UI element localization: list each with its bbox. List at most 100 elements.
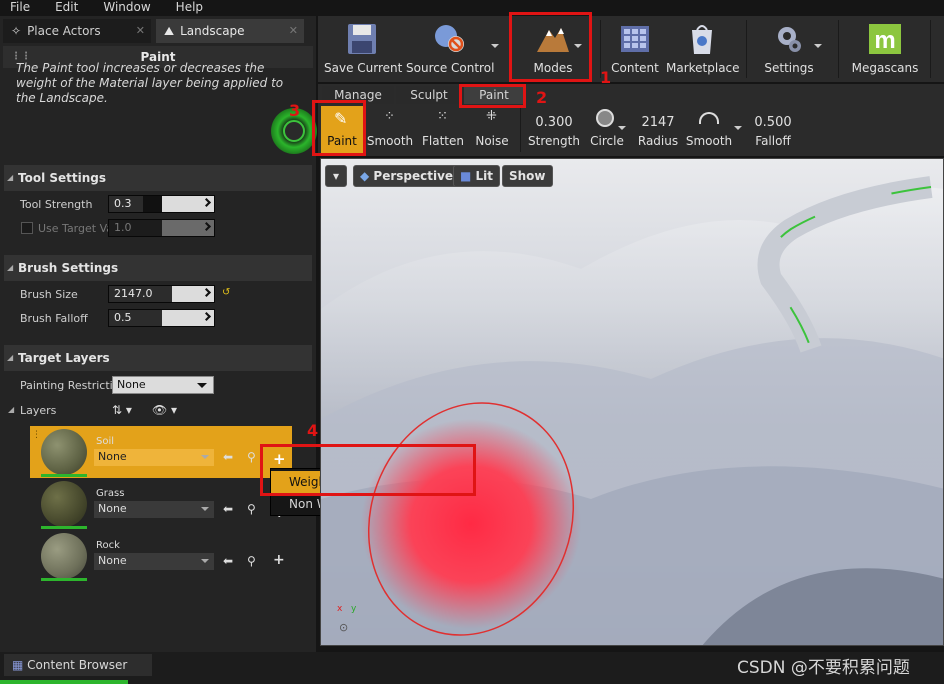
drag-handle-icon[interactable]: ⋮ bbox=[32, 430, 41, 440]
browse-search-icon[interactable]: ⚲ bbox=[247, 502, 256, 516]
use-target-checkbox[interactable] bbox=[21, 222, 33, 234]
landscape-terrain: ⊙ x y bbox=[321, 176, 943, 645]
layer-weight-bar bbox=[41, 526, 87, 529]
visibility-eye-icon[interactable]: 👁 ▾ bbox=[152, 403, 177, 417]
tool-settings-header[interactable]: ◢ Tool Settings bbox=[4, 165, 312, 191]
megascans-button[interactable]: m Megascans bbox=[848, 16, 922, 82]
source-control-button[interactable]: Source Control bbox=[406, 16, 494, 82]
close-icon[interactable]: ✕ bbox=[289, 19, 298, 43]
smooth-tool-button[interactable]: ⁘ Smooth bbox=[366, 106, 414, 154]
noise-tool-button[interactable]: ⁜ Noise bbox=[470, 106, 514, 154]
tab-landscape-label: Landscape bbox=[180, 24, 245, 38]
close-icon[interactable]: ✕ bbox=[136, 19, 145, 43]
progress-bar bbox=[0, 680, 128, 684]
show-button[interactable]: Show bbox=[502, 165, 553, 187]
annotation-number-3: 3 bbox=[289, 101, 301, 120]
collapse-arrow-icon: ◢ bbox=[7, 173, 14, 182]
flatten-dots-icon: ⁙ bbox=[437, 109, 448, 124]
menu-edit[interactable]: Edit bbox=[45, 0, 78, 16]
marketplace-button[interactable]: Marketplace bbox=[666, 16, 740, 82]
viewport-options-button[interactable]: ▾ bbox=[325, 165, 347, 187]
layer-info-combo[interactable]: None bbox=[94, 449, 214, 466]
use-target-label: Use Target Va bbox=[38, 222, 113, 235]
layer-row-soil[interactable]: ⋮ Soil None ⬅ ⚲ bbox=[30, 426, 292, 478]
landscape-icon: ⛰ bbox=[164, 24, 175, 38]
landscape-mode-tabs: Manage Sculpt Paint bbox=[318, 84, 944, 104]
sort-icon[interactable]: ⇅ ▾ bbox=[112, 403, 132, 417]
falloff-type-smooth-button[interactable]: Smooth bbox=[684, 106, 734, 154]
menu-bar: File Edit Window Help bbox=[0, 0, 944, 16]
lit-button[interactable]: ■ Lit bbox=[453, 165, 501, 187]
layer-info-combo[interactable]: None bbox=[94, 553, 214, 570]
layer-row-rock[interactable]: Rock None ⬅ ⚲ + bbox=[30, 530, 292, 582]
annotation-box-paint-tab bbox=[459, 84, 526, 108]
annotation-number-4: 4 bbox=[307, 421, 319, 440]
lit-cube-icon: ■ bbox=[460, 169, 476, 183]
painting-restriction-label: Painting Restricti bbox=[20, 379, 113, 392]
main-toolbar: Save Current Source Control Modes Conten… bbox=[318, 16, 944, 82]
flatten-tool-button[interactable]: ⁙ Flatten bbox=[418, 106, 468, 154]
annotation-box-paint-tool bbox=[312, 100, 366, 156]
tool-strength-label: Tool Strength bbox=[20, 198, 93, 211]
collapse-arrow-icon[interactable]: ◢ bbox=[8, 405, 14, 414]
noise-dots-icon: ⁜ bbox=[486, 109, 497, 124]
layer-thumbnail bbox=[41, 481, 87, 527]
brush-falloff-field[interactable]: 0.5 bbox=[108, 309, 215, 327]
content-browser-icon: ▦ bbox=[12, 658, 28, 672]
use-target-field[interactable]: 1.0 bbox=[108, 219, 215, 237]
tab-place-actors-label: Place Actors bbox=[27, 24, 101, 38]
tab-sculpt[interactable]: Sculpt bbox=[396, 86, 462, 104]
dropdown-arrow-icon[interactable] bbox=[491, 44, 499, 48]
dropdown-arrow-icon[interactable] bbox=[814, 44, 822, 48]
smooth-falloff-icon bbox=[699, 112, 719, 124]
use-selected-arrow-icon[interactable]: ⬅ bbox=[223, 450, 233, 464]
browse-search-icon[interactable]: ⚲ bbox=[247, 450, 256, 464]
tab-place-actors[interactable]: ✧ Place Actors ✕ bbox=[3, 19, 151, 43]
collapse-arrow-icon: ◢ bbox=[7, 263, 14, 272]
dropdown-arrow-icon[interactable] bbox=[618, 126, 626, 130]
brush-falloff-label: Brush Falloff bbox=[20, 312, 88, 325]
tab-landscape[interactable]: ⛰ Landscape ✕ bbox=[156, 19, 304, 43]
falloff-control[interactable]: 0.500 Falloff bbox=[748, 106, 798, 154]
layer-row-grass[interactable]: Grass None ⬅ ⚲ bbox=[30, 478, 292, 530]
use-selected-arrow-icon[interactable]: ⬅ bbox=[223, 554, 233, 568]
layer-weight-bar bbox=[41, 578, 87, 581]
brush-shape-circle-button[interactable]: Circle bbox=[582, 106, 632, 154]
save-current-button[interactable]: Save Current bbox=[324, 16, 402, 82]
annotation-box-add-layer bbox=[260, 444, 476, 496]
tab-content-browser[interactable]: ▦ Content Browser bbox=[4, 654, 152, 676]
settings-gear-icon bbox=[771, 22, 807, 56]
content-grid-icon bbox=[617, 22, 653, 56]
brush-size-field[interactable]: 2147.0 bbox=[108, 285, 215, 303]
layer-name: Rock bbox=[96, 540, 120, 551]
content-button[interactable]: Content bbox=[606, 16, 664, 82]
svg-text:m: m bbox=[874, 27, 895, 54]
unreal-editor-window: File Edit Window Help ✧ Place Actors ✕ ⛰… bbox=[0, 0, 944, 684]
reset-arrow-icon[interactable]: ↺ bbox=[222, 287, 230, 298]
watermark: CSDN @不要积累问题 bbox=[737, 658, 910, 678]
perspective-button[interactable]: ◆ Perspective bbox=[353, 165, 461, 187]
brush-settings-header[interactable]: ◢ Brush Settings bbox=[4, 255, 312, 281]
collapse-arrow-icon: ◢ bbox=[7, 353, 14, 362]
menu-window[interactable]: Window bbox=[93, 0, 150, 16]
layer-thumbnail bbox=[41, 533, 87, 579]
painting-restriction-dropdown[interactable]: None bbox=[112, 376, 214, 394]
layer-info-combo[interactable]: None bbox=[94, 501, 214, 518]
tool-strength-field[interactable]: 0.3 bbox=[108, 195, 215, 213]
layer-weight-bar bbox=[41, 474, 87, 477]
svg-text:⊙: ⊙ bbox=[339, 621, 348, 634]
target-layers-header[interactable]: ◢ Target Layers bbox=[4, 345, 312, 371]
create-layer-plus-icon[interactable]: + bbox=[273, 552, 285, 568]
strength-control[interactable]: 0.300 Strength bbox=[526, 106, 582, 154]
dropdown-arrow-icon[interactable] bbox=[734, 126, 742, 130]
radius-control[interactable]: 2147 Radius bbox=[632, 106, 684, 154]
settings-button[interactable]: Settings bbox=[754, 16, 824, 82]
use-selected-arrow-icon[interactable]: ⬅ bbox=[223, 502, 233, 516]
annotation-number-1: 1 bbox=[600, 68, 612, 87]
menu-file[interactable]: File bbox=[0, 0, 30, 16]
menu-help[interactable]: Help bbox=[166, 0, 203, 16]
level-viewport[interactable]: ⊙ x y ▾ ◆ Perspective ■ Lit Show bbox=[320, 158, 944, 646]
layer-name: Soil bbox=[96, 436, 115, 447]
browse-search-icon[interactable]: ⚲ bbox=[247, 554, 256, 568]
layer-name: Grass bbox=[96, 488, 125, 499]
